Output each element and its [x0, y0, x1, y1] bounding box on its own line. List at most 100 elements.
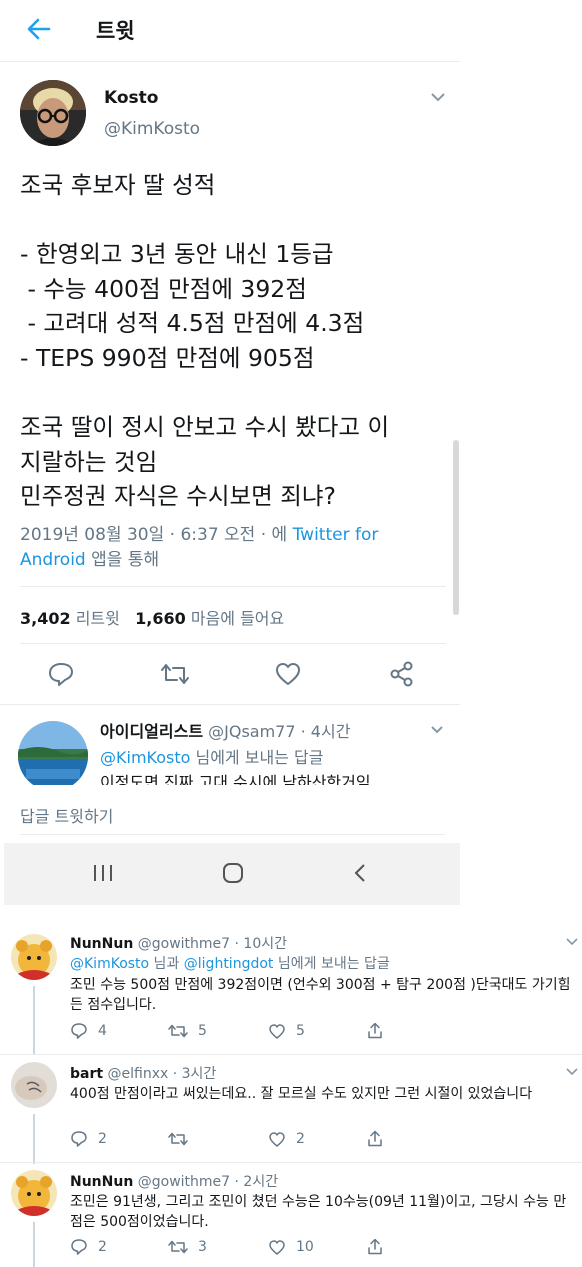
retweet-icon[interactable]	[160, 660, 190, 688]
chevron-down-icon[interactable]	[430, 725, 444, 735]
heart-icon[interactable]	[274, 660, 302, 688]
share-icon	[368, 1238, 382, 1255]
divider	[20, 834, 445, 835]
tweet-line: 민주정권 자식은 수시보면 죄냐?	[20, 482, 336, 511]
avatar[interactable]	[11, 1170, 57, 1216]
divider	[20, 643, 446, 644]
retweet-button[interactable]: 5	[168, 1022, 207, 1040]
retweet-button[interactable]	[168, 1130, 198, 1148]
share-icon	[368, 1022, 382, 1039]
mention-link[interactable]: @KimKosto	[70, 956, 149, 972]
thread-line	[33, 986, 35, 1054]
mention-link[interactable]: @KimKosto	[100, 748, 190, 767]
retweet-stat[interactable]: 3,402 리트윗	[20, 609, 120, 628]
avatar[interactable]	[18, 721, 88, 785]
scrollbar[interactable]	[453, 440, 459, 615]
divider	[20, 586, 446, 587]
tweet-text: 조국 후보자 딸 성적 - 한영외고 3년 동안 내신 1등급 - 수능 400…	[20, 168, 450, 514]
tweet-line: 조국 후보자 딸 성적	[20, 171, 216, 199]
like-count: 5	[296, 1023, 305, 1039]
comment-handle-time: @gowithme7 · 2시간	[133, 1174, 279, 1190]
comment-text: 조민은 91년생, 그리고 조민이 쳤던 수능은 10수능(09년 11월)이고…	[70, 1194, 567, 1230]
author-avatar[interactable]	[20, 80, 86, 146]
retweet-icon	[168, 1240, 188, 1254]
reply-count: 4	[98, 1023, 107, 1039]
chevron-down-icon[interactable]	[430, 91, 446, 103]
back-nav-icon[interactable]	[352, 862, 368, 884]
tweet-line: - 한영외고 3년 동안 내신 1등급	[20, 240, 334, 269]
reply-count: 2	[98, 1131, 107, 1147]
retweet-icon	[168, 1024, 188, 1038]
tweet-line	[20, 203, 450, 238]
home-icon[interactable]	[222, 862, 244, 884]
retweet-count: 5	[198, 1023, 207, 1039]
retweet-count: 3	[198, 1239, 207, 1255]
avatar[interactable]	[11, 1062, 57, 1108]
reply-handle-time: @JQsam77 · 4시간	[203, 722, 351, 741]
reply-button[interactable]: 4	[70, 1022, 107, 1040]
comment-actions: 2 2	[70, 1130, 390, 1152]
retweet-icon	[168, 1132, 188, 1146]
like-count: 10	[296, 1239, 314, 1255]
reply-button[interactable]: 2	[70, 1130, 107, 1148]
share-icon[interactable]	[388, 660, 416, 688]
replying-to: @KimKosto 님에게 보내는 답글	[100, 744, 323, 768]
author-handle[interactable]: @KimKosto	[104, 119, 200, 139]
comment-actions: 4 5 5	[70, 1022, 390, 1044]
mention-link[interactable]: @lightingdot	[184, 956, 274, 972]
source-link[interactable]: Twitter for	[293, 525, 379, 545]
replying-to-mid: 님과	[149, 956, 184, 972]
comment-author-name[interactable]: bart	[70, 1066, 103, 1082]
heart-icon	[269, 1132, 285, 1147]
tweet-line: 지랄하는 것임	[20, 447, 158, 476]
recent-apps-icon[interactable]	[92, 863, 114, 883]
tweet-line: - 수능 400점 만점에 392점	[20, 274, 307, 303]
reply-author-name[interactable]: 아이디얼리스트	[100, 722, 203, 741]
reply-author: 아이디얼리스트 @JQsam77 · 4시간	[100, 718, 350, 742]
comment-actions: 2 3 10	[70, 1238, 390, 1260]
thread-line	[33, 1222, 35, 1267]
comment-author-name[interactable]: NunNun	[70, 1174, 133, 1190]
reply-count: 2	[98, 1239, 107, 1255]
divider	[0, 1054, 582, 1055]
top-bar: 트윗	[0, 0, 460, 62]
avatar[interactable]	[11, 934, 57, 980]
share-button[interactable]	[366, 1130, 384, 1148]
reply-compose-input[interactable]: 답글 트윗하기	[20, 803, 113, 827]
reply-icon	[71, 1239, 87, 1255]
tweet-screen: 트윗 Kosto @KimKosto 조국 후보자 딸 성적 - 한영외고 3년…	[0, 0, 460, 905]
retweet-label: 리트윗	[70, 609, 120, 628]
tweet-date: 2019년 08월 30일 · 6:37 오전 · 에	[20, 525, 293, 545]
tweet-timestamp: 2019년 08월 30일 · 6:37 오전 · 에 Twitter for …	[20, 523, 420, 573]
like-button[interactable]: 5	[268, 1022, 305, 1040]
retweet-button[interactable]: 3	[168, 1238, 207, 1256]
share-button[interactable]	[366, 1238, 384, 1256]
like-button[interactable]: 10	[268, 1238, 314, 1256]
heart-icon	[269, 1024, 285, 1039]
comment-text: 400점 만점이라고 써있는데요.. 잘 모르실 수도 있지만 그런 시절이 있…	[70, 1086, 533, 1102]
comment-text: 조민 수능 500점 만점에 392점이면 (언수외 300점 + 탐구 200…	[70, 977, 571, 1013]
reply-icon[interactable]	[47, 660, 75, 688]
share-button[interactable]	[366, 1022, 384, 1040]
tweet-line: 조국 딸이 정시 안보고 수시 봤다고 이	[20, 413, 390, 442]
reply-icon	[71, 1023, 87, 1039]
tweet-line	[20, 376, 450, 411]
heart-icon	[269, 1240, 285, 1255]
thread-line	[33, 1114, 35, 1164]
reply-tweet[interactable]: 아이디얼리스트 @JQsam77 · 4시간 @KimKosto 님에게 보내는…	[0, 705, 460, 785]
tweet-line: - TEPS 990점 만점에 905점	[20, 343, 315, 372]
chevron-down-icon[interactable]	[566, 938, 578, 946]
author-name[interactable]: Kosto	[104, 88, 158, 108]
comment-author: NunNun @gowithme7 · 10시간	[70, 933, 287, 953]
like-stat[interactable]: 1,660 마음에 들어요	[135, 609, 284, 628]
reply-icon	[71, 1131, 87, 1147]
chevron-down-icon[interactable]	[566, 1068, 578, 1076]
arrow-left-icon[interactable]	[26, 16, 52, 42]
comment-author-name[interactable]: NunNun	[70, 936, 133, 952]
like-label: 마음에 들어요	[185, 609, 285, 628]
comment-handle-time: @elfinxx · 3시간	[103, 1066, 217, 1082]
source-link[interactable]: Android	[20, 550, 86, 570]
reply-button[interactable]: 2	[70, 1238, 107, 1256]
page-title: 트윗	[96, 19, 135, 43]
like-button[interactable]: 2	[268, 1130, 305, 1148]
